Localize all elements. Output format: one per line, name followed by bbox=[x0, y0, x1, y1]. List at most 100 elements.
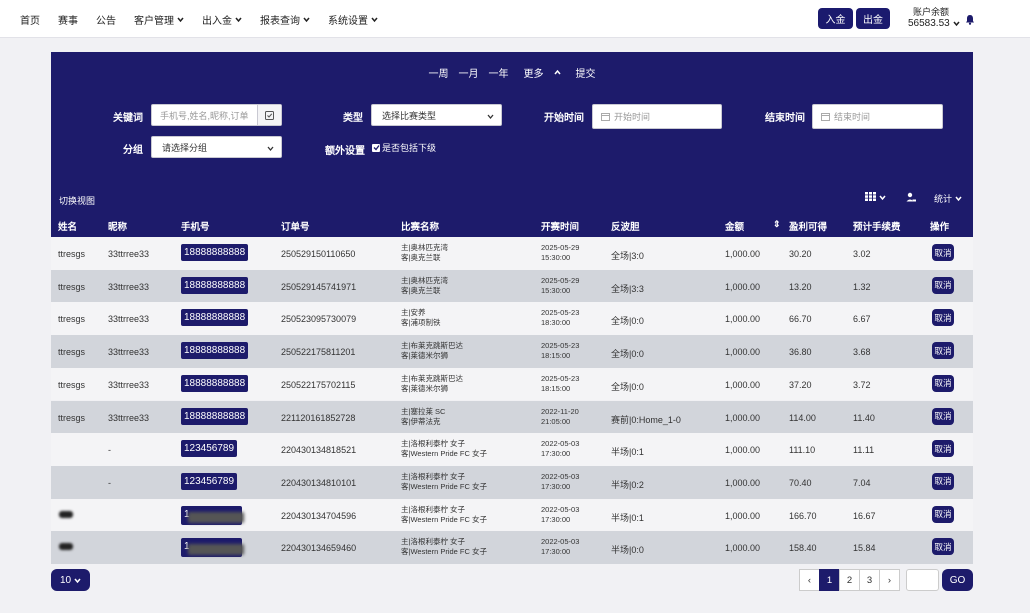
cell-match: 主|塞拉莱 SC 客|伊蒂法克 bbox=[401, 407, 445, 427]
cell-order: 220430134810101 bbox=[281, 477, 357, 488]
bell-icon[interactable] bbox=[965, 14, 975, 25]
export-icon[interactable] bbox=[906, 192, 916, 202]
cell-kickoff: 2022-05-03 17:30:00 bbox=[541, 537, 579, 557]
cancel-button[interactable]: 取消 bbox=[932, 538, 954, 556]
cancel-button[interactable]: 取消 bbox=[932, 407, 954, 425]
table-row: ttresgs 33ttrree33 18888888888 250522175… bbox=[51, 367, 973, 401]
submit-link[interactable]: 提交 bbox=[576, 65, 596, 80]
cell-nickname: 33ttrree33 bbox=[108, 314, 150, 325]
kickoff-date: 2025-05-29 bbox=[541, 275, 580, 285]
table-row: - 123456789 220430134818521 主|洛根利泰柠 女子 客|… bbox=[51, 433, 973, 466]
col-kickoff: 开赛时间 bbox=[541, 222, 580, 233]
period-more[interactable]: 更多 bbox=[519, 65, 566, 80]
switch-view-link[interactable]: 切换视图 bbox=[59, 194, 95, 207]
stats-dropdown[interactable]: 统计 bbox=[934, 192, 962, 205]
group-select[interactable]: 请选择分组 bbox=[151, 136, 282, 158]
page-1[interactable]: 1 bbox=[819, 569, 840, 591]
grid-view-toggle[interactable] bbox=[865, 192, 886, 203]
edit-icon[interactable] bbox=[257, 105, 281, 125]
period-month[interactable]: 一月 bbox=[459, 65, 479, 80]
cancel-button[interactable]: 取消 bbox=[932, 505, 954, 523]
nav-settings[interactable]: 系统设置 bbox=[328, 12, 378, 27]
cancel-button[interactable]: 取消 bbox=[932, 440, 954, 458]
page-2[interactable]: 2 bbox=[839, 569, 860, 591]
cell-order: 220430134818521 bbox=[281, 445, 357, 456]
page-3[interactable]: 3 bbox=[859, 569, 880, 591]
nav-reports[interactable]: 报表查询 bbox=[260, 12, 310, 27]
include-sub-label: 是否包括下级 bbox=[382, 143, 437, 153]
table-row: 1 220430134659460 主|洛根利泰柠 女子 客|Western Pr… bbox=[51, 531, 973, 564]
page-size-select[interactable]: 10 bbox=[51, 569, 90, 591]
cell-fee: 15.84 bbox=[853, 543, 876, 554]
sort-icon[interactable]: ⇕ bbox=[773, 219, 781, 230]
nav-funds[interactable]: 出入金 bbox=[202, 12, 242, 27]
period-selector: 一周 一月 一年 更多 提交 bbox=[51, 65, 973, 80]
cell-match: 主|洛根利泰柠 女子 客|Western Pride FC 女子 bbox=[401, 472, 487, 492]
cancel-button[interactable]: 取消 bbox=[932, 472, 954, 490]
kickoff-date: 2025-05-29 bbox=[541, 243, 580, 252]
col-profit: 盈利可得 bbox=[789, 222, 828, 233]
withdraw-button[interactable]: 出金 bbox=[856, 8, 890, 29]
nav-events-label: 赛事 bbox=[58, 15, 78, 27]
cell-order: 250529150110650 bbox=[281, 249, 356, 259]
cell-bet: 全场|0:0 bbox=[611, 316, 644, 327]
end-time-input[interactable]: 结束时间 bbox=[812, 104, 943, 129]
deposit-button[interactable]: 入金 bbox=[818, 8, 853, 29]
kickoff-time: 18:30:00 bbox=[541, 318, 571, 328]
match-away: 客|奥克兰联 bbox=[401, 285, 441, 295]
page-size-value: 10 bbox=[59, 574, 72, 586]
match-away: 客|莱德米尔狮 bbox=[401, 383, 448, 393]
page-prev[interactable]: ‹ bbox=[799, 569, 820, 591]
cell-kickoff: 2025-05-23 18:15:00 bbox=[541, 341, 579, 361]
go-button[interactable]: GO bbox=[942, 569, 973, 591]
chevron-down-icon bbox=[953, 20, 960, 27]
chevron-down-icon bbox=[177, 16, 184, 23]
match-home: 主|洛根利泰柠 女子 bbox=[401, 439, 466, 449]
cell-profit: 30.20 bbox=[789, 249, 812, 259]
type-select[interactable]: 选择比赛类型 bbox=[371, 104, 502, 126]
nav-home[interactable]: 首页 bbox=[20, 12, 40, 27]
nav-events[interactable]: 赛事 bbox=[58, 12, 78, 27]
cell-order: 250529145741971 bbox=[281, 281, 357, 292]
cancel-button[interactable]: 取消 bbox=[932, 342, 954, 360]
cell-profit: 111.10 bbox=[789, 445, 816, 456]
cancel-button[interactable]: 取消 bbox=[932, 309, 954, 327]
kickoff-date: 2022-05-03 bbox=[541, 439, 580, 449]
match-home: 主|奥林匹克湾 bbox=[401, 243, 448, 252]
group-label: 分组 bbox=[123, 145, 143, 156]
cell-match: 主|布莱克跳斯巴达 客|莱德米尔狮 bbox=[401, 341, 463, 361]
page-next[interactable]: › bbox=[879, 569, 900, 591]
nav-announcements[interactable]: 公告 bbox=[96, 12, 116, 27]
kickoff-time: 18:15:00 bbox=[541, 383, 571, 393]
cell-fee: 11.11 bbox=[853, 445, 875, 456]
cell-kickoff: 2022-05-03 17:30:00 bbox=[541, 439, 579, 459]
cancel-button[interactable]: 取消 bbox=[932, 276, 954, 294]
include-sub-checkbox[interactable]: 是否包括下级 bbox=[372, 141, 436, 154]
cell-match: 主|安养 客|浦项制铁 bbox=[401, 308, 440, 328]
cell-bet: 半场|0:0 bbox=[611, 545, 644, 556]
cell-amount: 1,000.00 bbox=[725, 314, 761, 325]
keyword-input[interactable]: 手机号,姓名,昵称,订单 bbox=[151, 104, 282, 126]
col-phone: 手机号 bbox=[181, 222, 210, 233]
period-week[interactable]: 一周 bbox=[429, 65, 449, 80]
kickoff-date: 2022-05-03 bbox=[541, 537, 580, 547]
cancel-button[interactable]: 取消 bbox=[932, 244, 954, 261]
page-jump-input[interactable] bbox=[906, 569, 939, 591]
start-time-input[interactable]: 开始时间 bbox=[592, 104, 722, 129]
table-header: 姓名 昵称 手机号 订单号 比赛名称 开赛时间 反波胆 金额 ⇕ 盈利可得 预计… bbox=[51, 212, 973, 237]
cell-profit: 66.70 bbox=[789, 314, 812, 325]
cell-bet: 半场|0:1 bbox=[611, 447, 644, 458]
cell-profit: 158.40 bbox=[789, 543, 817, 554]
keyword-label: 关键词 bbox=[113, 113, 143, 124]
type-label: 类型 bbox=[343, 113, 363, 124]
cell-order: 250522175811201 bbox=[281, 347, 356, 358]
cell-order: 250523095730079 bbox=[281, 314, 357, 325]
cancel-button[interactable]: 取消 bbox=[932, 374, 954, 392]
cell-name: ttresgs bbox=[58, 281, 86, 292]
nav-customer-management[interactable]: 客户管理 bbox=[134, 12, 184, 27]
col-match: 比赛名称 bbox=[401, 222, 440, 233]
balance-dropdown[interactable]: 56583.53 bbox=[908, 18, 960, 29]
cell-amount: 1,000.00 bbox=[725, 412, 761, 423]
cell-profit: 70.40 bbox=[789, 477, 812, 488]
period-year[interactable]: 一年 bbox=[489, 65, 509, 80]
